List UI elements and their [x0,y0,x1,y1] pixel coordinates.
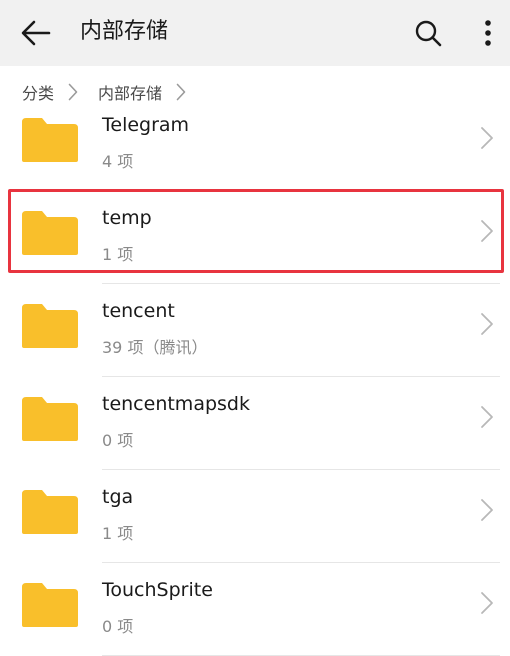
back-button[interactable] [18,15,54,51]
folder-list: Telegram 4 项 temp 1 项 tencent 39 项（腾讯） t… [0,98,510,656]
folder-item-count: 39 项（腾讯） [102,338,208,357]
folder-icon [22,397,78,441]
folder-item-count: 1 项 [102,245,134,264]
folder-icon [22,583,78,627]
chevron-right-icon [481,127,493,149]
folder-icon [22,490,78,534]
chevron-right-icon [481,406,493,428]
folder-row-touchsprite[interactable]: TouchSprite 0 项 [0,563,510,656]
folder-row-temp[interactable]: temp 1 项 [0,191,510,284]
chevron-right-icon [481,313,493,335]
folder-item-count: 0 项 [102,431,134,450]
folder-name: temp [102,207,152,229]
folder-item-count: 4 项 [102,152,134,171]
folder-name: TouchSprite [102,579,213,601]
app-bar: 内部存储 [0,0,510,66]
folder-row-tencentmapsdk[interactable]: tencentmapsdk 0 项 [0,377,510,470]
folder-name: Telegram [102,114,190,136]
folder-name: tencent [102,300,175,322]
more-options-button[interactable] [470,15,506,51]
chevron-right-icon [481,499,493,521]
folder-icon [22,211,78,255]
chevron-right-icon [481,592,493,614]
more-vertical-icon [485,20,491,46]
page-title: 内部存储 [80,19,169,44]
arrow-left-icon [21,20,51,46]
folder-item-count: 1 项 [102,524,134,543]
folder-name: tga [102,486,134,508]
folder-item-count: 0 项 [102,617,134,636]
search-icon [415,20,442,47]
folder-icon [22,118,78,162]
folder-icon [22,304,78,348]
folder-row-tencent[interactable]: tencent 39 项（腾讯） [0,284,510,377]
search-button[interactable] [410,15,446,51]
chevron-right-icon [481,220,493,242]
folder-row-telegram[interactable]: Telegram 4 项 [0,98,510,191]
folder-name: tencentmapsdk [102,393,250,415]
folder-row-tga[interactable]: tga 1 项 [0,470,510,563]
